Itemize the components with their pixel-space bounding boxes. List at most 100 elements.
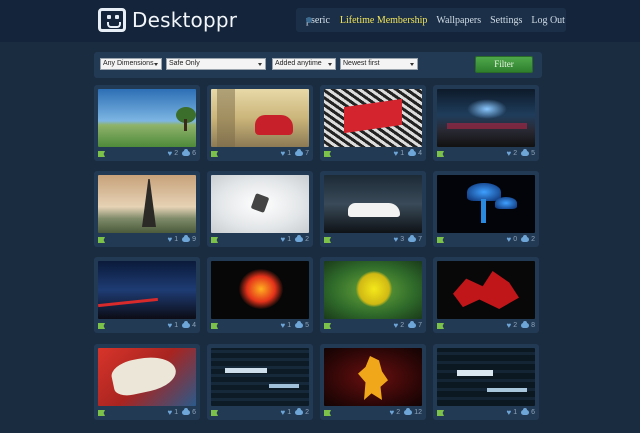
card-stats: ♥ 2 6 — [167, 149, 196, 158]
flag-icon[interactable] — [324, 237, 331, 243]
flag-icon[interactable] — [211, 237, 218, 243]
flag-icon[interactable] — [98, 237, 105, 243]
heart-icon[interactable]: ♥ — [506, 235, 511, 244]
wallpaper-thumbnail[interactable] — [324, 348, 422, 406]
heart-icon[interactable]: ♥ — [390, 408, 395, 417]
heart-icon[interactable]: ♥ — [280, 408, 285, 417]
flag-icon[interactable] — [98, 151, 105, 157]
heart-icon[interactable]: ♥ — [167, 235, 172, 244]
cloud-icon[interactable] — [182, 235, 191, 242]
wallpaper-card[interactable]: ♥ 1 2 — [207, 171, 313, 247]
flag-icon[interactable] — [437, 237, 444, 243]
heart-icon[interactable]: ♥ — [167, 149, 172, 158]
cloud-icon[interactable] — [521, 149, 530, 156]
flag-icon[interactable] — [437, 323, 444, 329]
cloud-icon[interactable] — [521, 235, 530, 242]
cloud-icon[interactable] — [521, 321, 530, 328]
nav-logout[interactable]: Log Out — [531, 15, 565, 26]
wallpaper-card[interactable]: ♥ 1 4 — [94, 257, 200, 333]
cloud-icon[interactable] — [295, 408, 304, 415]
cloud-icon[interactable] — [295, 235, 304, 242]
wallpaper-card[interactable]: ♥ 2 12 — [320, 344, 426, 420]
wallpaper-thumbnail[interactable] — [324, 261, 422, 319]
flag-icon[interactable] — [324, 323, 331, 329]
wallpaper-thumbnail[interactable] — [324, 89, 422, 147]
heart-icon[interactable]: ♥ — [167, 408, 172, 417]
wallpaper-card[interactable]: ♥ 0 2 — [433, 171, 539, 247]
heart-icon[interactable]: ♥ — [393, 321, 398, 330]
nav-wallpapers[interactable]: Wallpapers — [436, 15, 481, 26]
wallpaper-thumbnail[interactable] — [211, 261, 309, 319]
added-select[interactable]: Added anytime — [272, 58, 336, 70]
safety-select[interactable]: Safe Only — [166, 58, 266, 70]
flag-icon[interactable] — [437, 151, 444, 157]
wallpaper-card[interactable]: ♥ 1 6 — [94, 344, 200, 420]
flag-icon[interactable] — [211, 323, 218, 329]
cloud-icon[interactable] — [182, 321, 191, 328]
heart-icon[interactable]: ♥ — [280, 321, 285, 330]
wallpaper-card[interactable]: ♥ 1 2 — [207, 344, 313, 420]
filter-button[interactable]: Filter — [475, 56, 533, 73]
download-count: 5 — [531, 150, 535, 157]
flag-icon[interactable] — [211, 410, 218, 416]
wallpaper-card[interactable]: ♥ 2 5 — [433, 85, 539, 161]
logo-icon — [98, 8, 126, 32]
wallpaper-card[interactable]: ♥ 1 9 — [94, 171, 200, 247]
cloud-icon[interactable] — [408, 149, 417, 156]
wallpaper-thumbnail[interactable] — [211, 89, 309, 147]
download-count: 7 — [305, 150, 309, 157]
cloud-icon[interactable] — [408, 235, 417, 242]
download-count: 7 — [418, 322, 422, 329]
wallpaper-thumbnail[interactable] — [98, 261, 196, 319]
wallpaper-thumbnail[interactable] — [98, 348, 196, 406]
site-logo[interactable]: Desktoppr — [98, 8, 237, 32]
card-stats: ♥ 1 6 — [506, 408, 535, 417]
wallpaper-thumbnail[interactable] — [437, 89, 535, 147]
nav-lifetime-membership[interactable]: Lifetime Membership — [340, 15, 427, 26]
flag-icon[interactable] — [324, 151, 331, 157]
wallpaper-card[interactable]: ♥ 1 7 — [207, 85, 313, 161]
wallpaper-card[interactable]: ♥ 3 7 — [320, 171, 426, 247]
cloud-icon[interactable] — [404, 408, 413, 415]
wallpaper-thumbnail[interactable] — [437, 261, 535, 319]
heart-icon[interactable]: ♥ — [280, 235, 285, 244]
sort-select[interactable]: Newest first — [340, 58, 418, 70]
heart-icon[interactable]: ♥ — [167, 321, 172, 330]
user-nav: pseric Lifetime Membership Wallpapers Se… — [296, 8, 566, 32]
heart-icon[interactable]: ♥ — [506, 149, 511, 158]
wallpaper-thumbnail[interactable] — [437, 175, 535, 233]
cloud-icon[interactable] — [182, 149, 191, 156]
heart-icon[interactable]: ♥ — [393, 235, 398, 244]
heart-icon[interactable]: ♥ — [506, 321, 511, 330]
wallpaper-thumbnail[interactable] — [98, 175, 196, 233]
flag-icon[interactable] — [98, 410, 105, 416]
cloud-icon[interactable] — [182, 408, 191, 415]
cloud-icon[interactable] — [295, 149, 304, 156]
wallpaper-card[interactable]: ♥ 1 5 — [207, 257, 313, 333]
flag-icon[interactable] — [437, 410, 444, 416]
wallpaper-card[interactable]: ♥ 2 8 — [433, 257, 539, 333]
wallpaper-card[interactable]: ♥ 1 6 — [433, 344, 539, 420]
wallpaper-card[interactable]: ♥ 2 7 — [320, 257, 426, 333]
flag-icon[interactable] — [324, 410, 331, 416]
dimensions-select[interactable]: Any Dimensions — [100, 58, 162, 70]
heart-icon[interactable]: ♥ — [280, 149, 285, 158]
wallpaper-thumbnail[interactable] — [437, 348, 535, 406]
wallpaper-thumbnail[interactable] — [98, 89, 196, 147]
download-count: 4 — [192, 322, 196, 329]
cloud-icon[interactable] — [408, 321, 417, 328]
wallpaper-thumbnail[interactable] — [324, 175, 422, 233]
cloud-icon[interactable] — [521, 408, 530, 415]
wallpaper-thumbnail[interactable] — [211, 175, 309, 233]
heart-icon[interactable]: ♥ — [393, 149, 398, 158]
download-count: 4 — [418, 150, 422, 157]
flag-icon[interactable] — [211, 151, 218, 157]
wallpaper-card[interactable]: ♥ 1 4 — [320, 85, 426, 161]
wallpaper-card[interactable]: ♥ 2 6 — [94, 85, 200, 161]
like-count: 1 — [513, 409, 518, 416]
wallpaper-thumbnail[interactable] — [211, 348, 309, 406]
nav-settings[interactable]: Settings — [490, 15, 522, 26]
flag-icon[interactable] — [98, 323, 105, 329]
heart-icon[interactable]: ♥ — [506, 408, 511, 417]
cloud-icon[interactable] — [295, 321, 304, 328]
